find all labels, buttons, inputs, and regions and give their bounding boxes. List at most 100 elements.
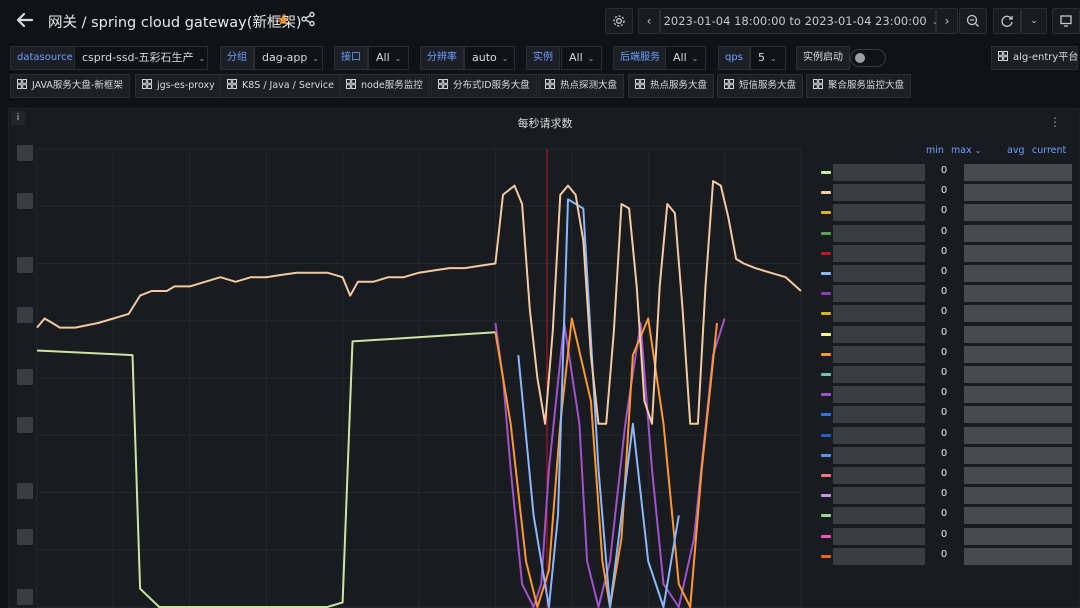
- share-icon[interactable]: [300, 11, 318, 29]
- legend-row[interactable]: 0: [819, 486, 1077, 505]
- legend-row[interactable]: 0: [819, 284, 1077, 303]
- link-label: 聚合服务监控大盘: [828, 80, 905, 91]
- var-select-group[interactable]: dag-app ⌄: [254, 46, 323, 70]
- legend-swatch: [821, 231, 831, 235]
- legend-values-redacted: [964, 285, 1072, 303]
- legend-header-current[interactable]: current: [1032, 145, 1066, 156]
- dashboard-link[interactable]: jgs-es-proxy: [135, 74, 222, 98]
- legend-header-max-label: max: [951, 145, 972, 156]
- dashboard-link[interactable]: 分布式ID服务大盘: [431, 74, 537, 98]
- link-label: alg-entry平台: [1013, 52, 1079, 63]
- link-alg-entry[interactable]: alg-entry平台: [991, 46, 1078, 70]
- time-forward-button[interactable]: ›: [936, 8, 958, 34]
- dashboard-link[interactable]: node服务监控: [339, 74, 430, 98]
- chevron-down-icon: ⌄: [770, 54, 777, 63]
- refresh-button[interactable]: [993, 8, 1021, 34]
- legend-row[interactable]: 0: [819, 264, 1077, 282]
- legend-row[interactable]: 0: [819, 304, 1077, 323]
- legend-series-name-redacted: [833, 305, 925, 323]
- instance-start-toggle[interactable]: [850, 49, 886, 67]
- var-value: All: [673, 51, 687, 64]
- legend-row[interactable]: 0: [819, 224, 1077, 242]
- legend-row[interactable]: 0: [819, 547, 1077, 565]
- var-select-resolution[interactable]: auto ⌄: [464, 46, 515, 70]
- var-select-datasource[interactable]: csprd-ssd-五彩石生产 ⌄: [74, 46, 208, 70]
- series-line-1[interactable]: [494, 318, 726, 608]
- dashboard-link[interactable]: 聚合服务监控大盘: [806, 74, 912, 98]
- time-range-picker[interactable]: 2023-01-04 18:00:00 to 2023-01-04 23:00:…: [660, 8, 938, 34]
- chevron-down-icon: ⌄: [312, 54, 320, 63]
- link-label: jgs-es-proxy: [157, 80, 215, 91]
- legend-values-redacted: [964, 487, 1072, 505]
- gear-icon: [613, 15, 625, 27]
- legend-values-redacted: [964, 325, 1072, 343]
- legend-row[interactable]: 0: [819, 385, 1077, 404]
- legend-min-value: 0: [940, 286, 948, 298]
- dashboard-link[interactable]: K8S / Java / Service: [220, 74, 341, 98]
- legend-swatch: [821, 433, 831, 437]
- legend-values-redacted: [964, 426, 1072, 444]
- back-arrow-icon[interactable]: [14, 9, 36, 31]
- chevron-down-icon: ⌄: [974, 146, 982, 155]
- legend-min-value: 0: [940, 185, 948, 197]
- var-select-backend[interactable]: All ⌄: [665, 46, 706, 70]
- var-select-interface[interactable]: All ⌄: [368, 46, 409, 70]
- chevron-down-icon: ⌄: [501, 54, 509, 63]
- legend-row[interactable]: 0: [819, 163, 1077, 181]
- time-back-button[interactable]: ‹: [638, 8, 660, 34]
- legend-row[interactable]: 0: [819, 244, 1077, 262]
- legend-swatch: [821, 191, 831, 195]
- legend-min-value: 0: [940, 165, 948, 176]
- settings-button[interactable]: [605, 8, 633, 34]
- legend-header-max[interactable]: max ⌄: [951, 145, 981, 156]
- legend-swatch: [821, 332, 831, 336]
- legend-row[interactable]: 0: [819, 325, 1077, 343]
- legend-values-redacted: [964, 204, 1072, 222]
- legend-values-redacted: [964, 265, 1072, 282]
- legend-row[interactable]: 0: [819, 405, 1077, 424]
- zoom-out-button[interactable]: [959, 8, 987, 34]
- legend-swatch: [821, 474, 831, 477]
- legend-row[interactable]: 0: [819, 203, 1077, 222]
- legend-row[interactable]: 0: [819, 345, 1077, 363]
- legend-min-value: 0: [940, 225, 948, 237]
- legend-swatch: [821, 373, 831, 376]
- dashboard-grid-icon: [724, 79, 734, 89]
- dashboard-link[interactable]: JAVA服务大盘-新框架: [10, 74, 130, 98]
- legend-values-redacted: [964, 366, 1072, 383]
- refresh-icon: [1001, 15, 1013, 27]
- legend-min-value: 0: [940, 367, 948, 378]
- legend-swatch: [821, 211, 831, 215]
- var-select-instance[interactable]: All ⌄: [561, 46, 602, 70]
- var-label-instance-start: 实例启动: [796, 46, 850, 70]
- legend-header-min[interactable]: min: [926, 145, 944, 156]
- chevron-left-icon: ‹: [646, 14, 652, 28]
- requests-chart[interactable]: [9, 109, 809, 608]
- dashboard-link[interactable]: 短信服务大盘: [717, 74, 804, 98]
- legend-row[interactable]: 0: [819, 426, 1077, 444]
- legend-series-name-redacted: [833, 265, 925, 282]
- page-title[interactable]: 网关 / spring cloud gateway(新框架): [48, 11, 302, 32]
- dashboard-link[interactable]: 热点服务大盘: [628, 74, 715, 98]
- legend-swatch: [821, 534, 831, 538]
- legend-values-redacted: [964, 446, 1072, 464]
- legend-row[interactable]: 0: [819, 466, 1077, 484]
- legend-header-avg[interactable]: avg: [1007, 145, 1024, 156]
- legend-row[interactable]: 0: [819, 506, 1077, 525]
- var-label-instance: 实例: [526, 46, 560, 70]
- legend-values-redacted: [964, 386, 1072, 404]
- legend-row[interactable]: 0: [819, 527, 1077, 545]
- legend-swatch: [821, 393, 831, 397]
- tv-mode-button[interactable]: [1052, 8, 1080, 34]
- var-label-backend: 后端服务: [613, 46, 667, 70]
- legend-row[interactable]: 0: [819, 365, 1077, 383]
- legend-row[interactable]: 0: [819, 446, 1077, 464]
- star-icon[interactable]: ★: [276, 10, 290, 29]
- legend-values-redacted: [964, 547, 1072, 565]
- refresh-interval-dropdown[interactable]: ⌄: [1021, 8, 1047, 34]
- dashboard-link[interactable]: 热点探测大盘: [538, 74, 625, 98]
- more-vertical-icon[interactable]: ⋮: [1049, 115, 1061, 129]
- legend-row[interactable]: 0: [819, 183, 1077, 202]
- var-select-qps[interactable]: 5 ⌄: [750, 46, 786, 70]
- legend-values-redacted: [964, 164, 1072, 181]
